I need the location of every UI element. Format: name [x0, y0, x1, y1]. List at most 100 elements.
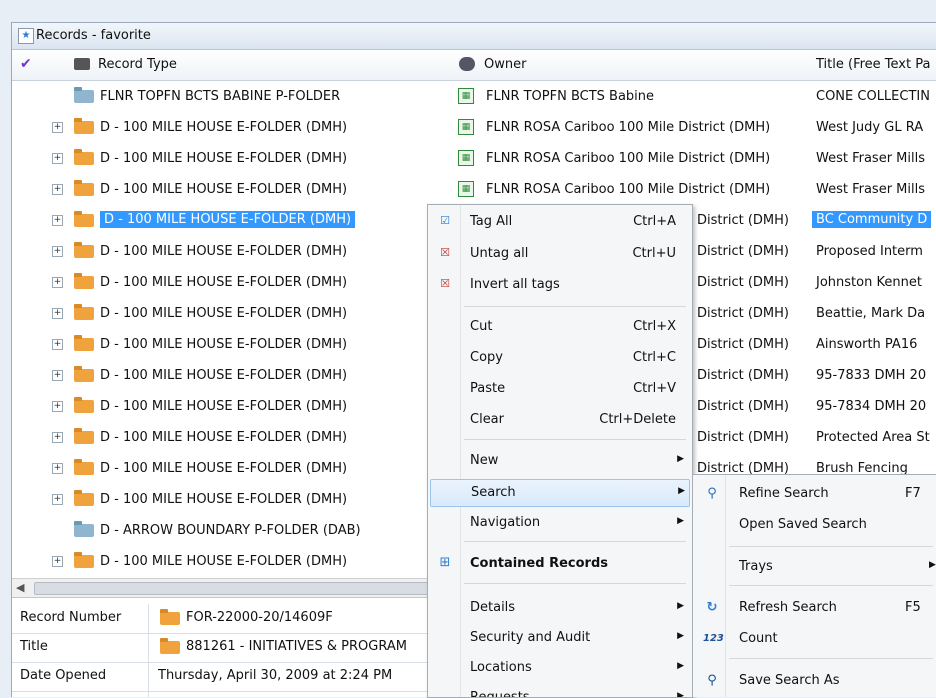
owner-group-icon: ▦: [458, 150, 474, 166]
folder-icon: [74, 87, 94, 103]
title-cell: BC Community D: [812, 211, 932, 228]
menu-item-cut[interactable]: Cut Ctrl+X: [430, 314, 688, 340]
table-row[interactable]: FLNR TOPFN BCTS BABINE P-FOLDER ▦ FLNR TOP…: [12, 83, 936, 111]
submenu-arrow-icon: ▶: [677, 691, 684, 698]
properties-pane: Record Number FOR-22000-20/14609F Title 881…: [12, 597, 482, 697]
title-cell: Protected Area St: [816, 430, 930, 445]
window-title: Records - favorite: [36, 28, 151, 43]
title-cell: Proposed Interm: [816, 244, 923, 259]
expand-icon[interactable]: +: [52, 153, 63, 164]
folder-icon: [74, 180, 94, 196]
records-favorite-icon: ★: [18, 28, 34, 44]
folder-icon: [74, 521, 94, 537]
contained-records-icon: ⊞: [439, 555, 451, 570]
menu-item-untag-all[interactable]: ☒ Untag all Ctrl+U: [430, 241, 688, 267]
expand-icon[interactable]: +: [52, 494, 63, 505]
record-type-cell: D - 100 MILE HOUSE E-FOLDER (DMH): [100, 337, 348, 352]
folder-icon: [74, 490, 94, 506]
table-row[interactable]: + D - 100 MILE HOUSE E-FOLDER (DMH) ▦ FLNR …: [12, 145, 936, 173]
expand-icon[interactable]: +: [52, 277, 63, 288]
submenu-item-label: Open Saved Search: [739, 517, 867, 532]
menu-item-locations[interactable]: Locations ▶: [430, 655, 688, 681]
menu-item-contained-records[interactable]: ⊞ Contained Records: [430, 551, 688, 577]
expand-icon[interactable]: +: [52, 463, 63, 474]
menu-separator: [464, 541, 686, 542]
owner-cell: District (DMH): [697, 306, 789, 321]
owner-group-icon: ▦: [458, 181, 474, 197]
menu-item-navigation[interactable]: Navigation ▶: [430, 510, 688, 536]
menu-item-label: Untag all: [470, 246, 529, 261]
column-header-owner[interactable]: Owner: [484, 57, 526, 72]
refine-search-icon: ⚲: [707, 486, 717, 501]
submenu-item-label: Refine Search: [739, 486, 829, 501]
owner-group-icon: ▦: [458, 88, 474, 104]
submenu-item-count[interactable]: 123 Count: [695, 625, 935, 653]
title-cell: 95-7834 DMH 20: [816, 399, 927, 414]
expand-icon[interactable]: +: [52, 122, 63, 133]
menu-item-tag-all[interactable]: ☑ Tag All Ctrl+A: [430, 209, 688, 235]
folder-icon: [74, 211, 94, 227]
expand-icon[interactable]: +: [52, 184, 63, 195]
title-cell: Johnston Kennet: [816, 275, 922, 290]
menu-item-requests[interactable]: Requests ▶: [430, 685, 688, 698]
column-header-title[interactable]: Title (Free Text Pa: [816, 57, 930, 72]
count-icon: 123: [703, 633, 724, 644]
menu-item-label: Navigation: [470, 515, 541, 530]
window-titlebar: ★ Records - favorite: [12, 23, 936, 50]
submenu-item-label: Trays: [739, 559, 773, 574]
owner-cell: District (DMH): [697, 430, 789, 445]
folder-icon: [74, 428, 94, 444]
owner-cell: District (DMH): [697, 275, 789, 290]
expand-icon[interactable]: +: [52, 370, 63, 381]
expand-icon[interactable]: +: [52, 215, 63, 226]
menu-item-copy[interactable]: Copy Ctrl+C: [430, 345, 688, 371]
menu-item-details[interactable]: Details ▶: [430, 595, 688, 621]
horizontal-scrollbar[interactable]: ◀: [12, 578, 482, 597]
expand-icon[interactable]: +: [52, 246, 63, 257]
submenu-arrow-icon: ▶: [677, 601, 684, 611]
owner-cell: District (DMH): [697, 213, 789, 228]
column-header-record-type[interactable]: Record Type: [98, 57, 177, 72]
menu-item-shortcut: Ctrl+V: [633, 381, 676, 396]
menu-item-clear[interactable]: Clear Ctrl+Delete: [430, 407, 688, 433]
menu-item-label: Cut: [470, 319, 493, 334]
title-cell: CONE COLLECTIN: [816, 89, 930, 104]
record-type-cell: D - 100 MILE HOUSE E-FOLDER (DMH): [100, 306, 348, 321]
expand-icon[interactable]: +: [52, 339, 63, 350]
menu-item-new[interactable]: New ▶: [430, 448, 688, 474]
menu-item-search[interactable]: Search ▶: [430, 479, 690, 507]
record-type-cell: D - 100 MILE HOUSE E-FOLDER (DMH): [100, 182, 348, 197]
expand-icon[interactable]: +: [52, 308, 63, 319]
submenu-item-trays[interactable]: Trays ▶: [695, 553, 936, 581]
submenu-arrow-icon: ▶: [929, 560, 936, 570]
scroll-left-icon[interactable]: ◀: [16, 581, 24, 594]
menu-item-security-audit[interactable]: Security and Audit ▶: [430, 625, 688, 651]
expand-icon[interactable]: +: [52, 401, 63, 412]
submenu-item-save-search-as[interactable]: ⚲ Save Search As: [695, 667, 935, 695]
expand-icon[interactable]: +: [52, 556, 63, 567]
record-type-cell: D - 100 MILE HOUSE E-FOLDER (DMH): [100, 275, 348, 290]
menu-separator: [464, 306, 686, 307]
submenu-item-refresh-search[interactable]: ↻ Refresh Search F5: [695, 594, 935, 622]
scrollbar-thumb[interactable]: [34, 582, 476, 595]
record-type-cell: FLNR TOPFN BCTS BABINE P-FOLDER: [100, 89, 341, 104]
menu-item-label: New: [470, 453, 499, 468]
table-row[interactable]: + D - 100 MILE HOUSE E-FOLDER (DMH) ▦ FLNR …: [12, 176, 936, 204]
record-type-icon: [74, 58, 90, 70]
folder-icon: [74, 335, 94, 351]
tag-column-check-icon[interactable]: ✔: [20, 56, 32, 72]
submenu-arrow-icon: ▶: [677, 631, 684, 641]
submenu-item-open-saved-search[interactable]: Open Saved Search: [695, 511, 935, 539]
folder-icon: [74, 397, 94, 413]
owner-cell: District (DMH): [697, 368, 789, 383]
expand-icon[interactable]: +: [52, 432, 63, 443]
menu-item-invert-tags[interactable]: ☒ Invert all tags: [430, 272, 688, 298]
menu-separator: [729, 585, 933, 586]
submenu-gutter: [725, 475, 726, 697]
property-value: FOR-22000-20/14609F: [186, 610, 333, 625]
table-row[interactable]: + D - 100 MILE HOUSE E-FOLDER (DMH) ▦ FLNR …: [12, 114, 936, 142]
untag-all-icon: ☒: [440, 246, 450, 259]
submenu-item-refine-search[interactable]: ⚲ Refine Search F7: [695, 480, 935, 508]
menu-item-paste[interactable]: Paste Ctrl+V: [430, 376, 688, 402]
submenu-arrow-icon: ▶: [677, 516, 684, 526]
